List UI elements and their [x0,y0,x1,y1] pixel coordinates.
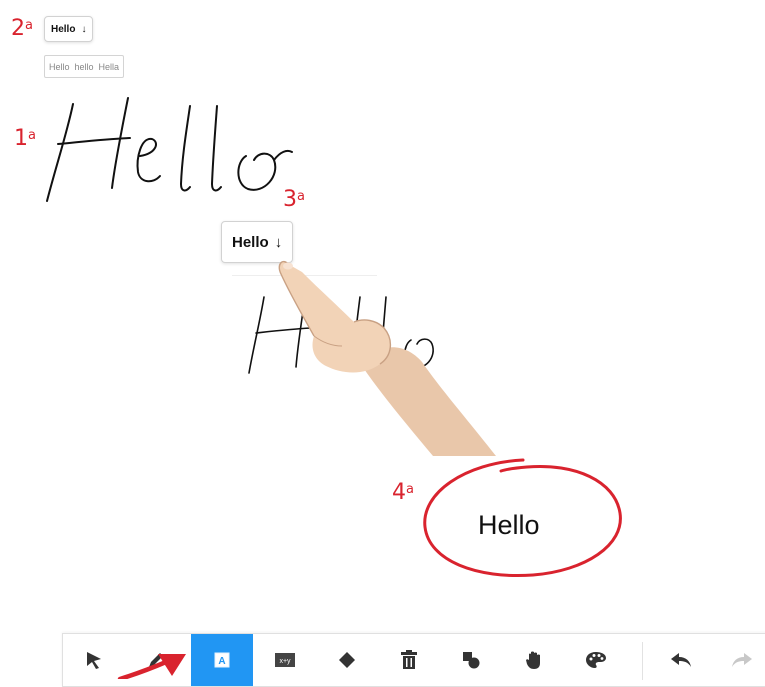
formula-icon: x+y [275,653,295,667]
step-label-2: 2a [11,16,33,41]
redo-icon [732,653,752,667]
palette-icon [586,652,606,668]
recognized-text: Hello [478,510,540,540]
redo-button[interactable] [711,634,765,686]
svg-text:A: A [218,656,225,667]
color-tool-button[interactable] [565,634,627,686]
convert-arrow-icon: ↓ [81,23,87,35]
toolbar-divider [642,642,643,680]
recognition-chip-small[interactable]: Hello ↓ [44,16,94,42]
shapes-icon [463,652,480,669]
convert-arrow-icon: ↓ [274,233,283,251]
recognized-word: Hello [51,23,76,35]
pan-tool-button[interactable] [503,634,565,686]
trash-icon [401,650,417,669]
eraser-icon [339,652,355,668]
eraser-tool-button[interactable] [316,634,378,686]
suggestion-item[interactable]: Hello [49,62,70,72]
shapes-tool-button[interactable] [440,634,502,686]
handwritten-word-large [46,97,293,202]
tapping-hand-icon [278,260,496,456]
cursor-arrow-icon [87,652,101,669]
step-label-4: 4a [392,480,414,505]
formula-tool-button[interactable]: x+y [254,634,316,686]
undo-icon [671,653,691,667]
svg-text:x+y: x+y [279,658,291,665]
text-recognition-tool-button[interactable]: A [191,634,253,686]
text-box-icon: A [214,652,230,668]
suggestion-list: Hello hello Hella [44,55,125,78]
step-label-1: 1a [14,126,36,151]
suggestion-item[interactable]: Hella [99,62,120,72]
delete-tool-button[interactable] [378,634,440,686]
hand-icon [526,651,540,669]
recognized-word: Hello [232,233,269,251]
suggestion-item[interactable]: hello [75,62,94,72]
undo-button[interactable] [650,634,712,686]
pointer-arrow-icon [117,654,186,679]
